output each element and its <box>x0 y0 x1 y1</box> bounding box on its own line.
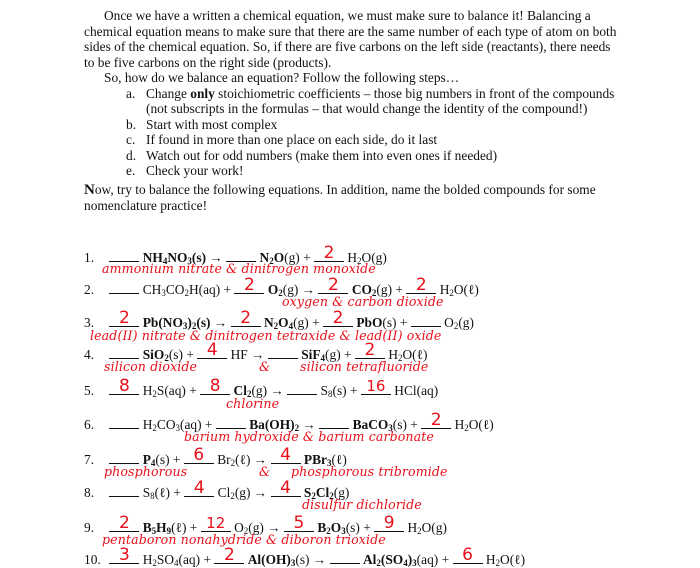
formula: O2 <box>267 282 283 298</box>
coefficient-blank[interactable]: 2 <box>421 412 452 429</box>
handwritten-name: silicon tetrafluoride <box>300 359 429 374</box>
step-a: a. Change only stoichiometric coefficient… <box>126 85 615 117</box>
formula: S8(s) <box>320 383 347 399</box>
intro-paragraph: Once we have a written a chemical equati… <box>84 8 617 70</box>
coefficient-blank[interactable]: 2 <box>354 342 385 359</box>
coefficient-blank[interactable] <box>109 415 140 429</box>
formula: HF <box>230 347 248 362</box>
coefficient-blank[interactable] <box>267 345 298 359</box>
handwritten-ampersand: & <box>259 464 271 479</box>
formula: H2O(ℓ) <box>454 417 494 433</box>
coefficient-blank[interactable]: 5 <box>283 515 314 532</box>
formula: Cl2(g) <box>217 485 251 501</box>
equation-10: 10. 3 H2SO4(aq) + 2 Al(OH)3(s) → Al2(SO4… <box>84 545 526 568</box>
coefficient-blank[interactable]: 8 <box>200 378 231 395</box>
formula: HCl(aq) <box>394 383 439 398</box>
coefficient-blank[interactable] <box>410 313 441 327</box>
coefficient-blank[interactable]: 9 <box>374 515 405 532</box>
coefficient-blank[interactable]: 6 <box>183 447 214 464</box>
coefficient-blank[interactable]: 2 <box>322 310 353 327</box>
formula: H2O(g) <box>407 520 447 536</box>
handwritten-names: barium hydroxide & barium carbonate <box>184 429 434 444</box>
formula: H2SO4(aq) <box>142 552 201 568</box>
coefficient-blank[interactable] <box>109 280 140 294</box>
coefficient-blank[interactable]: 2 <box>230 310 261 327</box>
handwritten-name: phosphorous tribromide <box>291 464 448 479</box>
coefficient-blank[interactable]: 4 <box>184 480 215 497</box>
handwritten-name: chlorine <box>226 396 280 411</box>
coefficient-blank[interactable]: 6 <box>452 547 483 564</box>
formula: Br2(ℓ) <box>217 452 251 468</box>
coefficient-blank[interactable]: 16 <box>360 378 391 395</box>
formula: H2S(aq) <box>142 383 186 399</box>
handwritten-name: disulfur dichloride <box>302 497 422 512</box>
formula: CH3CO2H(aq) <box>142 282 221 298</box>
coefficient-blank[interactable] <box>109 483 140 497</box>
coefficient-blank[interactable]: 2 <box>109 515 140 532</box>
coefficient-blank[interactable]: 2 <box>109 310 140 327</box>
handwritten-ampersand: & <box>259 359 271 374</box>
coefficient-blank[interactable] <box>109 248 140 262</box>
coefficient-blank[interactable]: 8 <box>109 378 140 395</box>
step-d: d. Watch out for odd numbers (make them i… <box>126 147 498 163</box>
coefficient-blank[interactable]: 4 <box>270 480 301 497</box>
handwritten-names: lead(II) nitrate & dinitrogen tetraxide … <box>90 328 442 343</box>
formula: Al(OH)3 <box>247 552 296 568</box>
instructions: Now, try to balance the following equati… <box>84 181 596 214</box>
formula: H2O(ℓ) <box>485 552 526 568</box>
formula: O2(g) <box>444 315 474 331</box>
formula: Al2(SO4)3 <box>362 552 417 568</box>
formula: S8(ℓ) <box>142 485 171 501</box>
handwritten-name: phosphorous <box>104 464 188 479</box>
coefficient-blank[interactable] <box>319 415 350 429</box>
step-e: e. Check your work! <box>126 163 244 178</box>
coefficient-blank[interactable] <box>215 415 246 429</box>
coefficient-blank[interactable]: 2 <box>318 277 349 294</box>
coefficient-blank[interactable] <box>109 345 140 359</box>
handwritten-names: pentaboron nonahydride & diboron trioxid… <box>102 532 386 547</box>
coefficient-blank[interactable] <box>109 450 140 464</box>
steps-intro: So, how do we balance an equation? Follo… <box>104 70 460 85</box>
coefficient-blank[interactable]: 12 <box>200 515 231 532</box>
intro-section: Once we have a written a chemical equati… <box>84 8 624 214</box>
coefficient-blank[interactable]: 4 <box>270 447 301 464</box>
coefficient-blank[interactable] <box>226 248 257 262</box>
coefficient-blank[interactable]: 2 <box>214 547 245 564</box>
coefficient-blank[interactable]: 2 <box>314 245 345 262</box>
handwritten-name: silicon dioxide <box>104 359 198 374</box>
step-c: c. If found in more than one place on eac… <box>126 132 438 147</box>
coefficient-blank[interactable]: 2 <box>234 277 265 294</box>
steps-list: a. Change only stoichiometric coefficient… <box>84 86 624 179</box>
formula: H2O(ℓ) <box>439 282 479 298</box>
coefficient-blank[interactable] <box>287 381 318 395</box>
coefficient-blank[interactable]: 4 <box>197 342 228 359</box>
coefficient-blank[interactable] <box>329 550 360 564</box>
handwritten-names: oxygen & carbon dioxide <box>282 294 444 309</box>
step-b: b. Start with most complex <box>126 116 278 132</box>
coefficient-blank[interactable]: 2 <box>406 277 437 294</box>
coefficient-blank[interactable]: 3 <box>109 547 140 564</box>
